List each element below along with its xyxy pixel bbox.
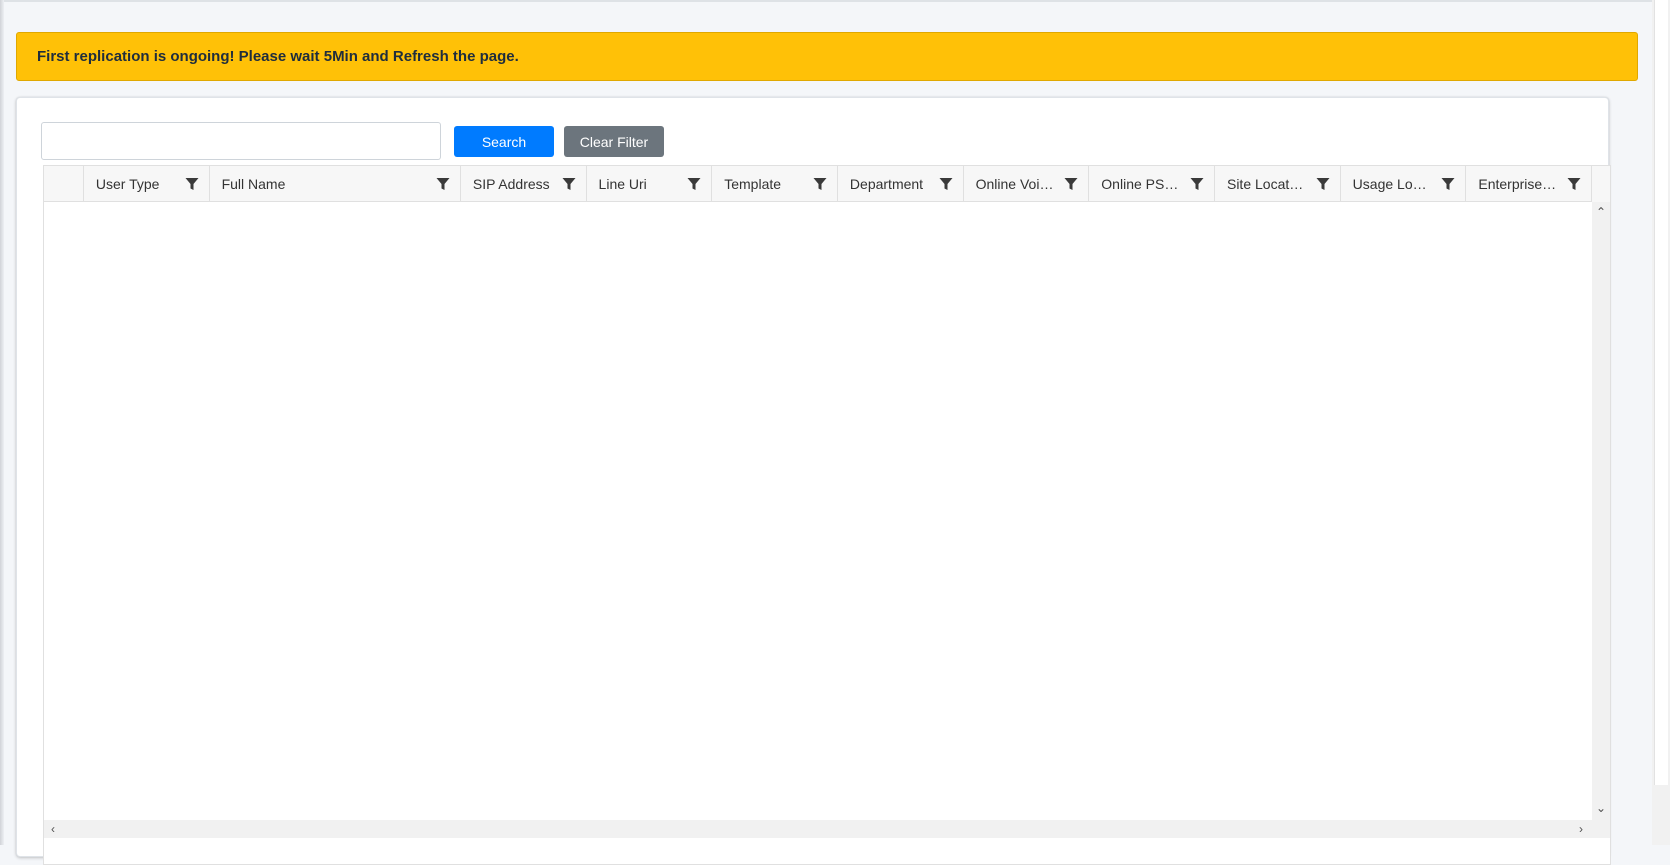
vertical-scrollbar[interactable]: ⌃ ⌄ [1592,202,1610,820]
column-label: Usage Loc… [1352,176,1432,192]
filter-icon[interactable] [1316,177,1330,191]
search-input[interactable] [41,122,441,160]
column-label: User Type [95,176,160,192]
filter-icon[interactable] [939,177,953,191]
column-header-line-uri[interactable]: Line Uri [587,166,713,202]
users-grid: User Type Full Name SIP Address Line Uri… [43,165,1611,865]
chevron-up-icon[interactable]: ⌃ [1594,206,1608,218]
sidebar-edge [0,0,4,845]
column-label: Enterprise… [1478,176,1557,192]
column-header-user-type[interactable]: User Type [84,166,210,202]
column-header-department[interactable]: Department [838,166,964,202]
filter-icon[interactable] [1567,177,1581,191]
column-header-full-name[interactable]: Full Name [210,166,461,202]
chevron-left-icon[interactable]: ‹ [46,823,60,835]
filter-icon[interactable] [1190,177,1204,191]
grid-body [44,202,1592,820]
column-label: Line Uri [598,176,647,192]
column-header-template[interactable]: Template [712,166,838,202]
grid-header: User Type Full Name SIP Address Line Uri… [44,166,1610,202]
select-column-header[interactable] [44,166,84,202]
column-label: Full Name [221,176,286,192]
column-header-site-location[interactable]: Site Location [1215,166,1341,202]
users-card: Search Clear Filter User Type Full Name … [16,97,1611,865]
filter-icon[interactable] [562,177,576,191]
column-label: Online PST… [1101,176,1180,192]
column-header-sip-address[interactable]: SIP Address [461,166,587,202]
filter-icon[interactable] [813,177,827,191]
page-scrollbar-thumb[interactable] [1654,0,1668,785]
column-label: Template [724,176,782,192]
chevron-down-icon[interactable]: ⌄ [1594,802,1608,814]
column-header-enterprise[interactable]: Enterprise… [1466,166,1593,202]
filter-icon[interactable] [687,177,701,191]
column-header-online-pstn[interactable]: Online PST… [1089,166,1215,202]
column-label: Site Location [1226,176,1306,192]
alert-message: First replication is ongoing! Please wai… [37,48,519,65]
clear-filter-button[interactable]: Clear Filter [564,126,664,157]
chevron-right-icon[interactable]: › [1574,823,1588,835]
header-scroll-spacer [1592,166,1610,202]
filter-icon[interactable] [1064,177,1078,191]
filter-icon[interactable] [185,177,199,191]
horizontal-scrollbar[interactable]: ‹ › [44,820,1610,838]
filter-icon[interactable] [436,177,450,191]
column-label: SIP Address [472,176,550,192]
replication-alert: First replication is ongoing! Please wai… [16,32,1638,81]
column-header-online-voice[interactable]: Online Voic… [964,166,1090,202]
search-button[interactable]: Search [454,126,554,157]
column-label: Department [849,176,924,192]
top-border [0,0,1670,2]
filter-icon[interactable] [1441,177,1455,191]
column-header-usage-location[interactable]: Usage Loc… [1341,166,1467,202]
column-label: Online Voic… [975,176,1055,192]
page-scrollbar[interactable] [1652,0,1670,845]
